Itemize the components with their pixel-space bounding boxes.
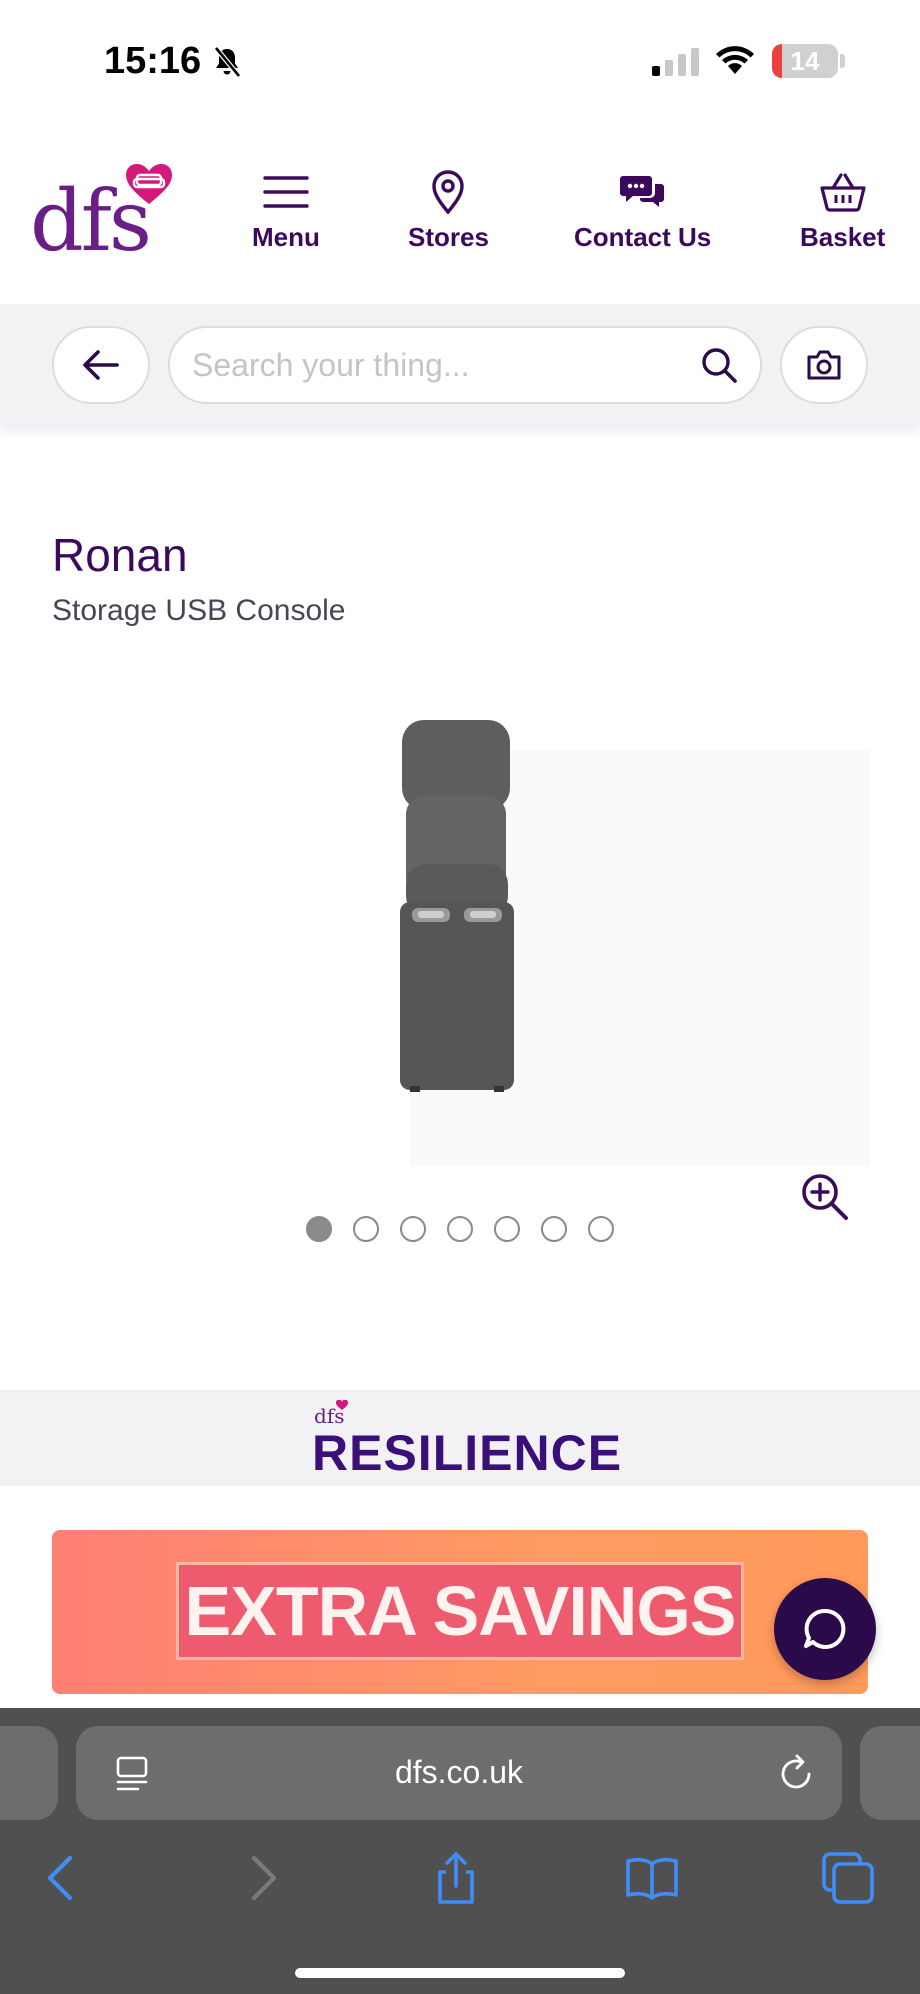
- product-image[interactable]: [370, 706, 870, 1166]
- visual-search-button[interactable]: [780, 326, 868, 404]
- tabs-icon[interactable]: [820, 1850, 876, 1906]
- live-chat-button[interactable]: [774, 1578, 876, 1680]
- next-tab[interactable]: [860, 1726, 920, 1820]
- nav-basket[interactable]: Basket: [800, 170, 885, 253]
- chat-bubbles-icon: [619, 176, 664, 207]
- clock-text: 15:16: [104, 40, 202, 82]
- hamburger-icon: [263, 176, 309, 208]
- cellular-signal-icon: [652, 46, 699, 76]
- gallery-dot[interactable]: [400, 1216, 426, 1242]
- nav-contact-us[interactable]: Contact Us: [574, 170, 711, 253]
- nav-stores[interactable]: Stores: [408, 170, 489, 253]
- reload-icon[interactable]: [776, 1752, 816, 1794]
- status-time: 15:16: [104, 40, 243, 83]
- resilience-logo: RESILIENCE: [312, 1425, 623, 1481]
- battery-icon: 14: [772, 44, 838, 78]
- gallery-dot[interactable]: [494, 1216, 520, 1242]
- back-arrow-icon[interactable]: [34, 1850, 90, 1906]
- status-bar: 15:16 14: [0, 0, 920, 120]
- nav-menu-label: Menu: [252, 222, 320, 252]
- nav-contact-label: Contact Us: [574, 222, 712, 252]
- chat-bubble-icon: [804, 1608, 846, 1649]
- gallery-dot[interactable]: [447, 1216, 473, 1242]
- previous-tab[interactable]: [0, 1726, 58, 1820]
- search-bar: [0, 304, 920, 428]
- search-field[interactable]: [168, 326, 762, 404]
- forward-arrow-icon[interactable]: [234, 1850, 290, 1906]
- nav-basket-label: Basket: [800, 222, 886, 252]
- product-subtitle: Storage USB Console: [52, 594, 346, 627]
- gallery-dot[interactable]: [353, 1216, 379, 1242]
- bell-muted-icon: [214, 45, 242, 78]
- battery-level: 14: [790, 46, 820, 76]
- resilience-strip[interactable]: dfs RESILIENCE: [0, 1390, 920, 1486]
- share-icon[interactable]: [428, 1850, 484, 1906]
- url-text: dfs.co.uk: [394, 1754, 524, 1790]
- browser-toolbar: dfs.co.uk: [0, 1708, 920, 1994]
- basket-icon: [820, 173, 866, 212]
- wifi-icon: [716, 46, 754, 74]
- search-input[interactable]: [192, 346, 700, 384]
- gallery-dot[interactable]: [306, 1216, 332, 1242]
- site-header: dfs Menu Stores Contact Us Basket: [0, 140, 920, 304]
- heart-sofa-icon: [126, 164, 172, 204]
- map-pin-icon: [432, 170, 465, 214]
- promo-box: EXTRA SAVINGS: [176, 1562, 744, 1660]
- nav-stores-label: Stores: [408, 222, 489, 252]
- promo-text: EXTRA SAVINGS: [184, 1572, 737, 1650]
- nav-menu[interactable]: Menu: [252, 170, 320, 253]
- arrow-left-icon: [83, 350, 119, 380]
- gallery-dot[interactable]: [588, 1216, 614, 1242]
- camera-icon: [807, 350, 841, 380]
- gallery-dot[interactable]: [541, 1216, 567, 1242]
- home-indicator[interactable]: [295, 1968, 625, 1978]
- back-button[interactable]: [52, 326, 150, 404]
- dfs-logo[interactable]: dfs: [30, 162, 180, 272]
- promo-banner[interactable]: EXTRA SAVINGS: [52, 1530, 868, 1694]
- gallery-pagination: [306, 1216, 614, 1242]
- search-icon[interactable]: [700, 346, 738, 384]
- address-bar[interactable]: dfs.co.uk: [76, 1726, 842, 1820]
- zoom-in-icon[interactable]: [800, 1172, 850, 1222]
- heart-icon: [336, 1400, 348, 1410]
- product-title: Ronan: [52, 529, 188, 581]
- bookmarks-icon[interactable]: [624, 1850, 680, 1906]
